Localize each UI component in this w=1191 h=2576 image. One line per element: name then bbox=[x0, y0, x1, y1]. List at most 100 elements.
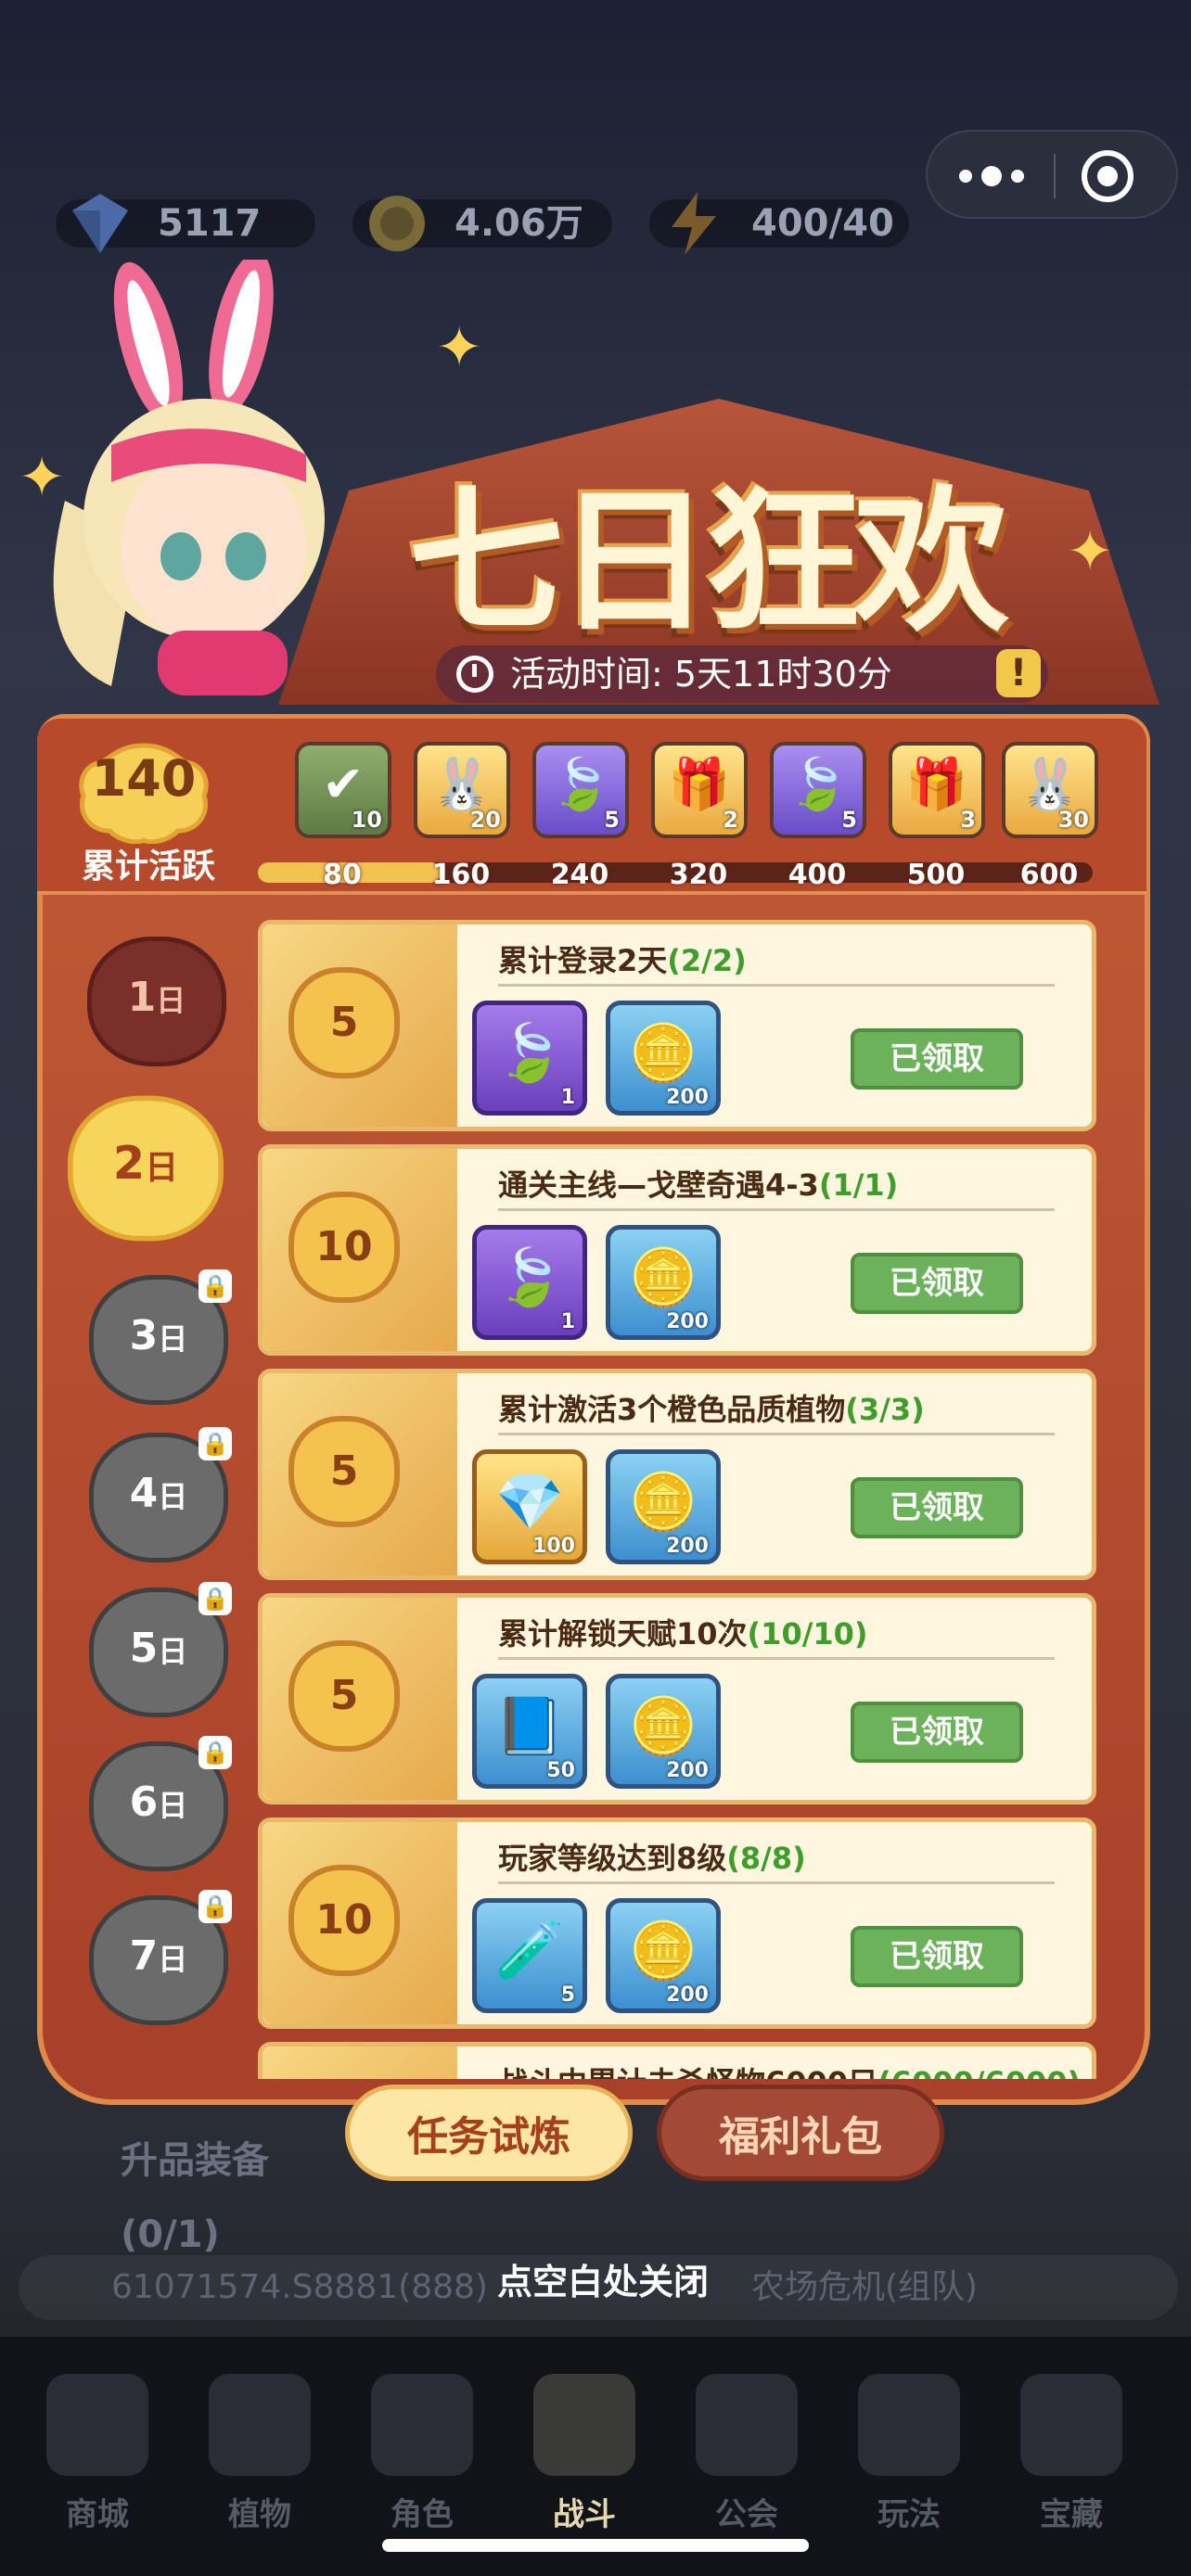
popup-tabs: 任务试炼 福利礼包 bbox=[345, 2085, 957, 2187]
task-name: 累计解锁天赋10次(10/10) bbox=[498, 1616, 868, 1651]
gold-coin-icon: 🪙 bbox=[628, 1470, 698, 1535]
claimed-button[interactable]: 已领取 bbox=[851, 1447, 1023, 1538]
lock-icon: 🔒 bbox=[198, 1890, 232, 1923]
diamond-icon: 💎 bbox=[494, 1470, 565, 1535]
lock-icon: 🔒 bbox=[198, 1427, 232, 1460]
milestone-label: 80 bbox=[323, 859, 362, 891]
reward-item[interactable]: 🪙 200 bbox=[606, 1449, 721, 1564]
task-points-badge: 5 bbox=[288, 967, 400, 1078]
task-name: 战斗中累计击杀怪物6000只(6000/6000) bbox=[498, 2060, 1081, 2079]
gem-count: 5117 bbox=[158, 202, 262, 245]
nav-gameplay[interactable]: 玩法 bbox=[839, 2365, 979, 2550]
reward-item[interactable]: 📘 50 bbox=[472, 1674, 587, 1789]
milestone-reward-80[interactable]: ✔ 10 bbox=[295, 742, 391, 838]
reward-item[interactable]: 🪙 200 bbox=[606, 1001, 721, 1116]
battle-icon bbox=[533, 2374, 635, 2476]
task-name: 累计激活3个橙色品质植物(3/3) bbox=[498, 1392, 925, 1427]
radish-pet-icon: 🐰 bbox=[1018, 755, 1082, 813]
lock-icon: 🔒 bbox=[198, 1269, 232, 1303]
lock-icon bbox=[1020, 2374, 1122, 2476]
gold-counter: 4.06万 bbox=[352, 196, 612, 251]
gold-coin-icon: 🪙 bbox=[628, 1694, 698, 1759]
milestone-label: 500 bbox=[906, 859, 966, 891]
event-title: 七日狂欢 bbox=[408, 471, 1009, 653]
milestone-reward-600[interactable]: 🐰 30 bbox=[1002, 742, 1098, 838]
reward-item[interactable]: 🧪 5 bbox=[472, 1898, 587, 2013]
gem-icon bbox=[72, 194, 128, 253]
milestone-reward-240[interactable]: 🍃 5 bbox=[532, 742, 629, 838]
gold-coin-icon: 🪙 bbox=[628, 1245, 698, 1310]
milestone-reward-320[interactable]: 🎁 2 bbox=[651, 742, 748, 838]
nav-plants[interactable]: 植物 bbox=[190, 2365, 329, 2550]
close-miniprogram-button[interactable] bbox=[1082, 150, 1133, 202]
task-list[interactable]: 5 累计登录2天(2/2) 🍃 1 🪙 200 已领取 10 通关主线—戈壁奇遇4-… bbox=[258, 918, 1096, 2079]
day-tab-5[interactable]: 5日 🔒 bbox=[89, 1582, 232, 1717]
claimed-button[interactable]: 已领取 bbox=[851, 1223, 1023, 1314]
energy-count: 400/40 bbox=[751, 202, 894, 245]
claimed-button[interactable]: 已领取 bbox=[851, 1672, 1023, 1763]
milestone-reward-160[interactable]: 🐰 20 bbox=[414, 742, 510, 838]
day-tab-7[interactable]: 7日 🔒 bbox=[89, 1890, 232, 2025]
shop-icon bbox=[46, 2374, 148, 2476]
task-card: 战斗中累计击杀怪物6000只(6000/6000) bbox=[258, 2042, 1096, 2079]
gameplay-icon bbox=[858, 2374, 960, 2476]
reward-item[interactable]: 🍃 1 bbox=[472, 1001, 587, 1116]
task-points-badge: 10 bbox=[288, 1865, 400, 1976]
nav-guild[interactable]: 公会 bbox=[677, 2365, 816, 2550]
day-tab-2[interactable]: 2日 bbox=[68, 1095, 224, 1242]
tab-task-trial[interactable]: 任务试炼 bbox=[345, 2085, 633, 2181]
activity-points-label: 累计活跃 bbox=[81, 848, 215, 886]
blue-leaf-icon: 🍃 bbox=[549, 755, 612, 813]
purple-leaf-icon: 🍃 bbox=[494, 1021, 565, 1086]
close-hint[interactable]: 点空白处关闭 bbox=[455, 2253, 751, 2309]
more-menu-button[interactable] bbox=[957, 156, 1026, 197]
task-card: 10 通关主线—戈壁奇遇4-3(1/1) 🍃 1 🪙 200 已领取 bbox=[258, 1144, 1096, 1356]
chat-message-left: 61071574.S8881(888) bbox=[111, 2268, 488, 2306]
event-timer: 活动时间: 5天11时30分 bbox=[436, 645, 1048, 703]
purple-leaf-icon: 🍃 bbox=[494, 1245, 565, 1310]
nav-treasure[interactable]: 宝藏 bbox=[1002, 2365, 1141, 2550]
day-tab-1[interactable]: 1日 bbox=[87, 937, 226, 1066]
day-tab-3[interactable]: 3日 🔒 bbox=[89, 1269, 232, 1405]
gem-counter: 5117 bbox=[56, 194, 315, 253]
task-card: 10 玩家等级达到8级(8/8) 🧪 5 🪙 200 已领取 bbox=[258, 1817, 1096, 2029]
activity-points-value: 140 bbox=[91, 749, 197, 808]
milestone-label: 400 bbox=[788, 859, 847, 891]
sparkle-icon: ✦ bbox=[19, 445, 66, 510]
gold-chest-icon: 🎁 bbox=[905, 755, 968, 813]
skill-book-icon: 📘 bbox=[494, 1694, 565, 1759]
reward-item[interactable]: 🪙 200 bbox=[606, 1898, 721, 2013]
lock-icon: 🔒 bbox=[198, 1582, 232, 1615]
milestone-reward-400[interactable]: 🍃 5 bbox=[770, 742, 866, 838]
task-card: 5 累计激活3个橙色品质植物(3/3) 💎 100 🪙 200 已领取 bbox=[258, 1369, 1096, 1580]
nav-battle[interactable]: 战斗 bbox=[515, 2365, 654, 2550]
milestone-label: 600 bbox=[1019, 859, 1079, 891]
event-time-text: 活动时间: 5天11时30分 bbox=[510, 654, 892, 695]
reward-item[interactable]: 🍃 1 bbox=[472, 1225, 587, 1340]
gold-icon bbox=[369, 196, 425, 251]
nav-shop[interactable]: 商城 bbox=[28, 2365, 167, 2550]
reward-item[interactable]: 🪙 200 bbox=[606, 1674, 721, 1789]
guild-icon bbox=[696, 2374, 798, 2476]
gold-coin-icon: 🪙 bbox=[628, 1021, 698, 1086]
day-tab-4[interactable]: 4日 🔒 bbox=[89, 1427, 232, 1562]
milestone-reward-500[interactable]: 🎁 3 bbox=[889, 742, 985, 838]
tab-welfare-gift[interactable]: 福利礼包 bbox=[657, 2085, 944, 2181]
activity-points-medal: 140 bbox=[74, 742, 213, 844]
energy-counter: 400/40 bbox=[649, 192, 909, 255]
chat-message-right: 农场危机(组队) bbox=[751, 2268, 979, 2306]
home-indicator[interactable] bbox=[382, 2539, 809, 2552]
day-tab-6[interactable]: 6日 🔒 bbox=[89, 1736, 232, 1871]
task-points-badge: 5 bbox=[288, 1416, 400, 1527]
claimed-button[interactable]: 已领取 bbox=[851, 1896, 1023, 1987]
gold-count: 4.06万 bbox=[455, 202, 583, 245]
reward-item[interactable]: 💎 100 bbox=[472, 1449, 587, 1564]
gold-chest-icon: 🎁 bbox=[668, 755, 731, 813]
reward-item[interactable]: 🪙 200 bbox=[606, 1225, 721, 1340]
nav-character[interactable]: 角色 bbox=[352, 2365, 492, 2550]
check-icon: ✔ bbox=[322, 755, 365, 813]
claimed-button[interactable]: 已领取 bbox=[851, 999, 1023, 1090]
event-info-button[interactable]: ! bbox=[996, 649, 1041, 697]
character-icon bbox=[371, 2374, 473, 2476]
milestone-label: 240 bbox=[550, 859, 609, 891]
